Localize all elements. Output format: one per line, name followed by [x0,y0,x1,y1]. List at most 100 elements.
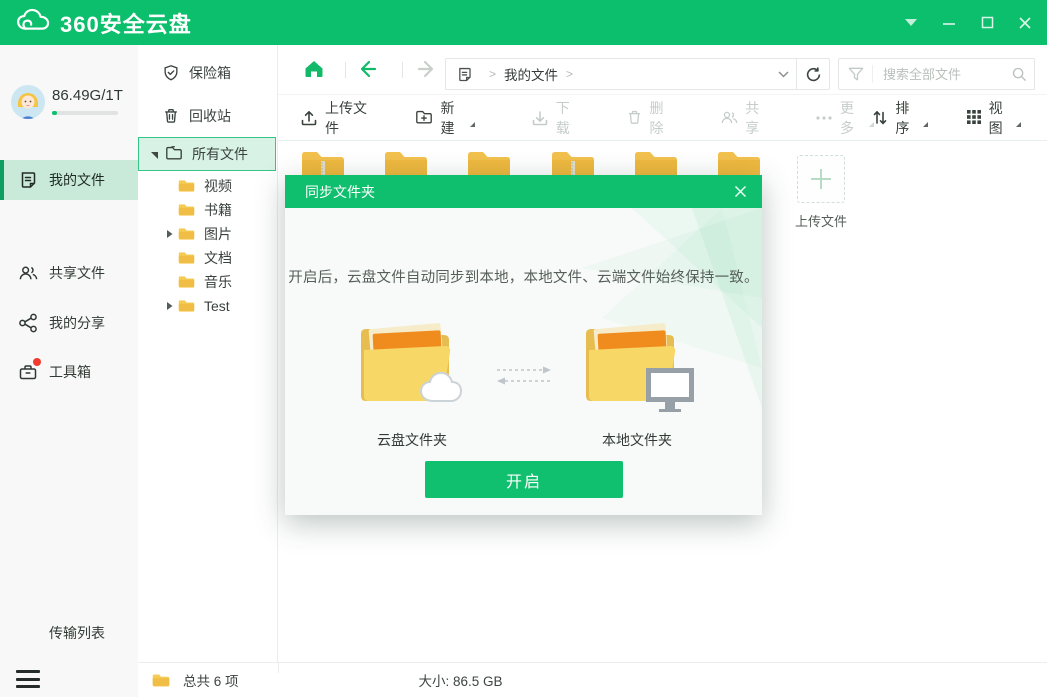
toolbar-button-label: 下载 [556,98,578,138]
refresh-icon[interactable] [797,59,829,89]
tree-item-safebox[interactable]: 保险箱 [162,60,231,86]
sort-button[interactable]: 排序 [872,98,925,138]
sidebar-item-label: 共享文件 [49,263,105,283]
item-count: 总共 6 项 [183,670,239,690]
forward-arrow-icon[interactable] [414,58,438,82]
hamburger-menu-icon[interactable] [16,670,40,688]
dialog-title: 同步文件夹 [305,182,375,202]
dropdown-caret-icon [923,122,928,127]
sidebar-item-label: 我的分享 [49,313,105,333]
toolbar-button-label: 删除 [650,98,673,138]
tree-item-books[interactable]: 书籍 [178,197,232,223]
enable-sync-button[interactable]: 开启 [425,461,623,498]
tree-item-label: 音乐 [204,272,232,292]
breadcrumb: > 我的文件 > [445,58,830,90]
cloud-folder-illustration [347,316,477,416]
toolbar-button-label: 新建 [440,98,460,138]
caret-collapsed-icon[interactable] [164,301,174,311]
dropdown-caret-icon [1016,122,1021,127]
upload-tile[interactable] [797,155,845,203]
status-bar: 总共 6 项 大小: 86.5 GB [138,662,1047,697]
sidebar-item-my-shares[interactable]: 我的分享 [0,303,138,343]
breadcrumb-item-my-files[interactable]: 我的文件 [504,64,558,84]
tree-item-label: 回收站 [189,106,231,126]
breadcrumb-separator: > [566,67,573,81]
tree-item-music[interactable]: 音乐 [178,269,232,295]
people-icon [720,109,738,127]
tree-item-pictures[interactable]: 图片 [164,221,232,247]
more-button[interactable]: 更多 [815,98,872,138]
yellow-folder-icon [178,179,195,193]
storage-progress-fill [52,111,57,115]
sidebar-item-my-files[interactable]: 我的文件 [0,160,138,200]
app-logo: 360安全云盘 [16,7,192,39]
sync-arrows-icon [493,366,555,386]
sort-icon [872,109,888,127]
storage-progress [52,111,118,115]
share-nodes-icon [18,313,38,333]
tree-item-label: 书籍 [204,200,232,220]
people-icon [18,263,38,283]
sidebar-item-label: 我的文件 [49,170,105,190]
upload-icon [300,109,318,127]
chevron-down-icon[interactable] [770,71,796,78]
sidebar-item-label: 工具箱 [49,362,91,382]
tree-item-recycle-bin[interactable]: 回收站 [162,103,231,129]
transfer-arrows-icon [18,623,38,643]
grid-view-icon [966,109,982,127]
delete-button[interactable]: 删除 [626,98,673,138]
minimize-icon[interactable] [941,15,957,31]
plus-icon [811,169,831,189]
tree-item-label: 文档 [204,248,232,268]
upload-tile-label: 上传文件 [782,211,860,230]
yellow-folder-icon [178,251,195,265]
app-window: 360安全云盘 [0,0,1047,697]
home-icon[interactable] [303,58,327,82]
trash-icon [162,107,180,125]
tree-item-videos[interactable]: 视频 [178,173,232,199]
sidebar: 86.49G/1T 我的文件 [0,45,138,697]
dialog-close-icon[interactable] [730,182,750,202]
yellow-folder-icon [178,275,195,289]
folder-tree: 保险箱 回收站 所有文件 [138,45,278,662]
cloud-folder-label: 云盘文件夹 [347,430,477,450]
sidebar-item-transfer-list[interactable]: 传输列表 [0,613,138,653]
back-arrow-icon[interactable] [356,58,380,82]
dropdown-caret-icon [470,122,475,127]
toolbar-button-label: 上传文件 [325,98,371,138]
navigation-bar: > 我的文件 > [278,45,1047,95]
caret-collapsed-icon[interactable] [164,229,174,239]
caret-expanded-icon[interactable] [149,150,159,159]
sidebar-item-toolbox[interactable]: 工具箱 [0,352,138,392]
view-button[interactable]: 视图 [966,98,1019,138]
notification-badge [33,358,41,366]
toolbar-button-label: 共享 [745,98,767,138]
yellow-folder-icon [152,673,170,688]
dialog-body: 开启后，云盘文件自动同步到本地，本地文件、云端文件始终保持一致。 [285,208,762,515]
download-button[interactable]: 下载 [531,98,578,138]
maximize-icon[interactable] [979,15,995,31]
toolbar-button-label: 排序 [895,98,913,138]
tree-item-test[interactable]: Test [164,293,230,319]
share-button[interactable]: 共享 [720,98,767,138]
tree-item-documents[interactable]: 文档 [178,245,232,271]
search-icon[interactable] [1004,66,1034,82]
cloud-logo-icon [16,7,52,38]
filter-icon[interactable] [839,65,873,83]
new-folder-button[interactable]: 新建 [415,98,472,138]
close-icon[interactable] [1017,15,1033,31]
toolbar-button-label: 更多 [840,98,860,138]
search-input[interactable] [873,67,1004,82]
yellow-folder-icon [178,227,195,241]
toolbar: 上传文件 新建 下载 [278,95,1047,141]
sidebar-item-label: 传输列表 [49,623,105,643]
tree-item-all-files[interactable]: 所有文件 [138,137,276,171]
yellow-folder-icon [178,299,195,313]
sidebar-item-shared-files[interactable]: 共享文件 [0,253,138,293]
tree-item-label: 图片 [204,224,232,244]
app-title: 360安全云盘 [60,7,192,39]
avatar[interactable] [11,85,45,119]
window-menu-icon[interactable] [903,15,919,31]
upload-files-button[interactable]: 上传文件 [300,98,371,138]
local-folder-illustration [572,316,702,416]
